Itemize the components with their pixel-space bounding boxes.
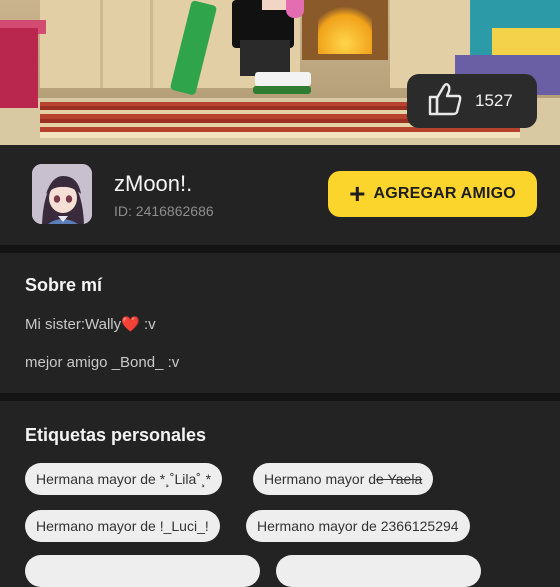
thumbs-up-icon <box>427 82 463 121</box>
about-line-1: Mi sister:Wally❤️ :v <box>25 316 156 333</box>
add-friend-button[interactable]: + AGREGAR AMIGO <box>328 171 537 217</box>
avatar[interactable] <box>32 164 92 224</box>
about-line-2: mejor amigo _Bond_ :v <box>25 354 180 371</box>
user-id: ID: 2416862686 <box>114 203 214 219</box>
plus-icon: + <box>349 178 366 209</box>
section-divider <box>0 245 560 253</box>
add-friend-label: AGREGAR AMIGO <box>373 185 516 202</box>
wall-stripe <box>100 0 103 88</box>
profile-banner-scene: 1527 <box>0 0 560 145</box>
left-block <box>0 28 38 108</box>
character-shoes <box>255 72 311 86</box>
fire <box>318 0 372 54</box>
wall-stripe <box>150 0 153 88</box>
tag-chip[interactable]: Hermano mayor de 2366125294 <box>246 510 470 542</box>
username: zMoon!. <box>114 171 193 196</box>
tag-chip[interactable]: Hermano mayor de Yaela <box>253 463 434 495</box>
heart-emoji: ❤️ <box>121 316 140 333</box>
about-title: Sobre mí <box>25 275 103 295</box>
profile-header: zMoon!. ID: 2416862686 + AGREGAR AMIGO <box>0 145 560 245</box>
tags-title: Etiquetas personales <box>25 425 207 445</box>
rug-fringe <box>40 132 520 138</box>
character-hair <box>286 0 304 18</box>
section-divider <box>0 393 560 401</box>
character-legs <box>240 40 290 76</box>
like-count: 1527 <box>475 91 513 110</box>
like-button[interactable]: 1527 <box>407 74 537 128</box>
tag-chip[interactable]: Hermano mayor de !_Luci_! <box>25 510 220 542</box>
character-board <box>253 86 311 94</box>
tag-chip[interactable]: Hermana mayor de *¸˚Lila˚¸* <box>25 463 223 495</box>
